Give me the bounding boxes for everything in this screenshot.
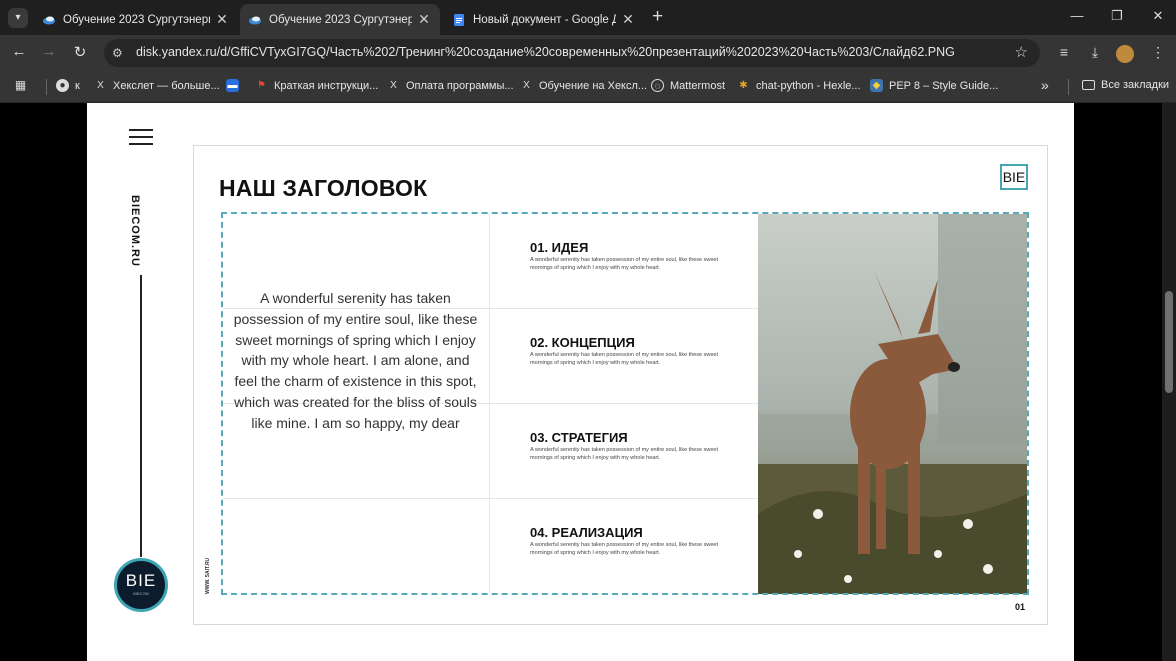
folder-icon [1082, 80, 1095, 90]
bookmark-pep8[interactable]: ◆ PEP 8 – Style Guide... [870, 79, 998, 92]
bookmark-chat-python[interactable]: ✱ chat-python - Hexle... [737, 79, 860, 92]
bookmark-payment[interactable]: Х Оплата программы... [387, 79, 513, 92]
menu-icon[interactable]: ⋮ [1148, 44, 1168, 61]
hexlet-icon: Х [390, 80, 397, 91]
yandex-disk-icon [249, 16, 261, 24]
page-number: 01 [1015, 602, 1026, 612]
new-tab-button[interactable]: + [652, 6, 663, 28]
bookmark-mattermost[interactable]: ◌ Mattermost [651, 79, 725, 92]
slide-title: НАШ ЗАГОЛОВОК [219, 175, 428, 201]
chat-icon: ▬ [226, 79, 239, 92]
slack-icon: ✱ [739, 80, 748, 91]
hamburger-menu-icon [129, 129, 153, 147]
google-docs-icon [454, 13, 464, 26]
tab-google-docs[interactable]: Новый документ - Google Док ✕ [444, 4, 644, 35]
profile-avatar[interactable] [1116, 45, 1134, 63]
media-control-icon[interactable]: ≡ [1054, 44, 1074, 60]
bookmarks-bar: ▦ ● к Х Хекслет — больше... ▬ ⚑ Краткая инс… [0, 71, 1176, 103]
side-line [140, 275, 142, 557]
bookmark-chat[interactable]: ▬ [226, 79, 245, 92]
forward-button[interactable]: → [39, 43, 59, 60]
bookmark-k[interactable]: ● к [56, 79, 80, 92]
reload-button[interactable]: ↻ [70, 43, 90, 61]
site-settings-icon[interactable]: ⚙ [112, 46, 123, 60]
url-text[interactable]: disk.yandex.ru/d/GffiCVTyxGI7GQ/Часть%20… [136, 45, 986, 59]
site-url-text: WWW. SAIT.RU [205, 557, 211, 594]
tab-search-button[interactable]: ▾ [8, 8, 28, 28]
tab-title: Обучение 2023 Сургутэнергос [269, 13, 412, 26]
dashed-frame [221, 212, 1029, 595]
restore-button[interactable]: ❐ [1107, 8, 1127, 24]
circle-logo-small-text: BIECOM [133, 591, 149, 596]
bookmark-hexlet-learning[interactable]: Х Обучение на Хексл... [520, 79, 647, 92]
more-bookmarks-button[interactable]: » [1041, 77, 1049, 93]
globe-icon: ● [56, 79, 69, 92]
vertical-scrollbar[interactable] [1162, 103, 1176, 661]
circle-logo-text: BIE [125, 571, 157, 590]
all-bookmarks-button[interactable]: Все закладки [1082, 79, 1169, 91]
tab-obuchenie-2[interactable]: Обучение 2023 Сургутэнергос ✕ [240, 4, 440, 35]
corner-logo: BIE [1000, 164, 1028, 190]
hexlet-icon: Х [523, 80, 530, 91]
page-viewport: BIECOM.RU BIE BIECOM НАШ ЗАГОЛОВОК BIE A… [0, 103, 1176, 661]
tab-title: Новый документ - Google Док [473, 13, 616, 26]
close-icon[interactable]: ✕ [214, 11, 230, 28]
minimize-button[interactable]: — [1067, 8, 1087, 23]
scrollbar-thumb[interactable] [1165, 291, 1173, 393]
tab-strip: ▾ Обучение 2023 Сургутэнергос ✕ Обучение… [0, 0, 1176, 35]
tab-title: Обучение 2023 Сургутэнергос [63, 13, 210, 26]
slide-image-page: BIECOM.RU BIE BIECOM НАШ ЗАГОЛОВОК BIE A… [87, 103, 1074, 661]
bookmarks-separator [1068, 79, 1069, 95]
bookmark-instruction[interactable]: ⚑ Краткая инструкци... [255, 79, 378, 92]
bookmarks-separator [46, 79, 47, 95]
hexlet-icon: Х [97, 80, 104, 91]
instruction-icon: ⚑ [257, 80, 266, 91]
back-button[interactable]: ← [9, 43, 29, 60]
bookmark-star-icon[interactable]: ☆ [1015, 43, 1028, 61]
bookmark-hexlet[interactable]: Х Хекслет — больше... [94, 79, 220, 92]
yandex-disk-icon [43, 16, 55, 24]
browser-toolbar: ← → ↻ ⚙ disk.yandex.ru/d/GffiCVTyxGI7GQ/… [0, 35, 1176, 71]
slide-frame: НАШ ЗАГОЛОВОК BIE A wonderful serenity h… [193, 145, 1048, 625]
python-icon: ◆ [870, 79, 883, 92]
close-window-button[interactable]: ✕ [1148, 8, 1168, 24]
side-site-text: BIECOM.RU [129, 195, 141, 267]
download-icon[interactable]: ⤓ [1085, 44, 1105, 61]
circle-logo: BIE BIECOM [114, 558, 168, 612]
mattermost-icon: ◌ [651, 79, 664, 92]
close-icon[interactable]: ✕ [416, 11, 432, 28]
address-bar[interactable]: ⚙ disk.yandex.ru/d/GffiCVTyxGI7GQ/Часть%… [104, 39, 1040, 67]
apps-icon[interactable]: ▦ [14, 79, 33, 92]
tab-obuchenie-1[interactable]: Обучение 2023 Сургутэнергос ✕ [34, 4, 238, 35]
close-icon[interactable]: ✕ [620, 11, 636, 28]
